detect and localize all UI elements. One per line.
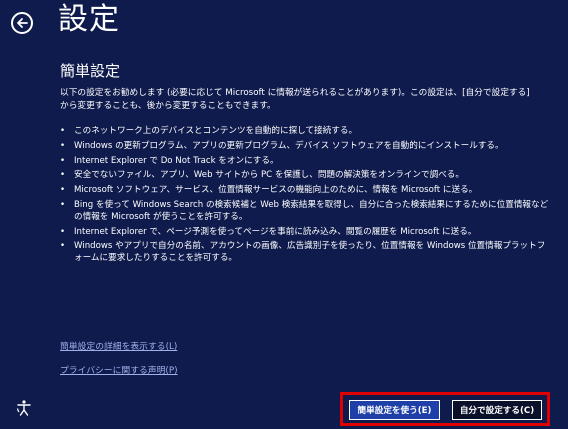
ease-of-access-icon	[16, 400, 31, 416]
express-settings-button[interactable]: 簡単設定を使う(E)	[349, 400, 440, 420]
section-title: 簡単設定	[60, 62, 121, 80]
list-item-text: Microsoft ソフトウェア、サービス、位置情報サービスの機能向上のために、…	[74, 185, 478, 196]
page-title: 設定	[58, 2, 120, 37]
list-item: • Windows の更新プログラム、アプリの更新プログラム、デバイス ソフトウェ…	[60, 140, 504, 151]
list-item-text: Bing を使って Windows Search の検索候補と Web 検索結果…	[74, 199, 549, 222]
list-item: • Windows やアプリで自分の名前、アカウントの画像、広告識別子を使ったり、…	[60, 241, 546, 264]
list-item: • Microsoft ソフトウェア、サービス、位置情報サービスの機能向上のために…	[60, 185, 478, 196]
list-item: • このネットワーク上のデバイスとコンテンツを自動的に探して接続する。	[60, 126, 358, 136]
intro-text: 以下の設定をお勧めします (必要に応じて Microsoft に情報が送られるこ…	[60, 88, 530, 111]
back-button[interactable]	[11, 12, 33, 34]
list-item-text: このネットワーク上のデバイスとコンテンツを自動的に探して接続する。	[74, 126, 358, 136]
details-link[interactable]: 簡単設定の詳細を表示する(L)	[60, 341, 177, 353]
list-item: • 安全でないファイル、アプリ、Web サイトから PC を保護し、問題の解決策を…	[60, 170, 464, 181]
list-item-text: Internet Explorer で Do Not Track をオンにする。	[74, 155, 279, 166]
back-arrow-icon	[17, 18, 28, 28]
list-item-text: 安全でないファイル、アプリ、Web サイトから PC を保護し、問題の解決策をオ…	[74, 170, 464, 181]
list-item: • Bing を使って Windows Search の検索候補と Web 検索結…	[60, 199, 549, 222]
privacy-link[interactable]: プライバシーに関する声明(P)	[60, 365, 178, 377]
list-item: • Internet Explorer で、ページ予測を使ってページを事前に読み込…	[60, 226, 477, 237]
list-item-text: Windows やアプリで自分の名前、アカウントの画像、広告識別子を使ったり、位…	[74, 241, 546, 264]
list-item-text: Internet Explorer で、ページ予測を使ってページを事前に読み込み…	[74, 226, 477, 237]
customize-button[interactable]: 自分で設定する(C)	[452, 400, 542, 420]
ease-of-access-button[interactable]	[15, 399, 33, 417]
list-item-text: Windows の更新プログラム、アプリの更新プログラム、デバイス ソフトウェア…	[74, 140, 504, 151]
list-item: • Internet Explorer で Do Not Track をオンにする…	[60, 155, 279, 166]
settings-list: • このネットワーク上のデバイスとコンテンツを自動的に探して接続する。 • Wind…	[60, 126, 550, 268]
